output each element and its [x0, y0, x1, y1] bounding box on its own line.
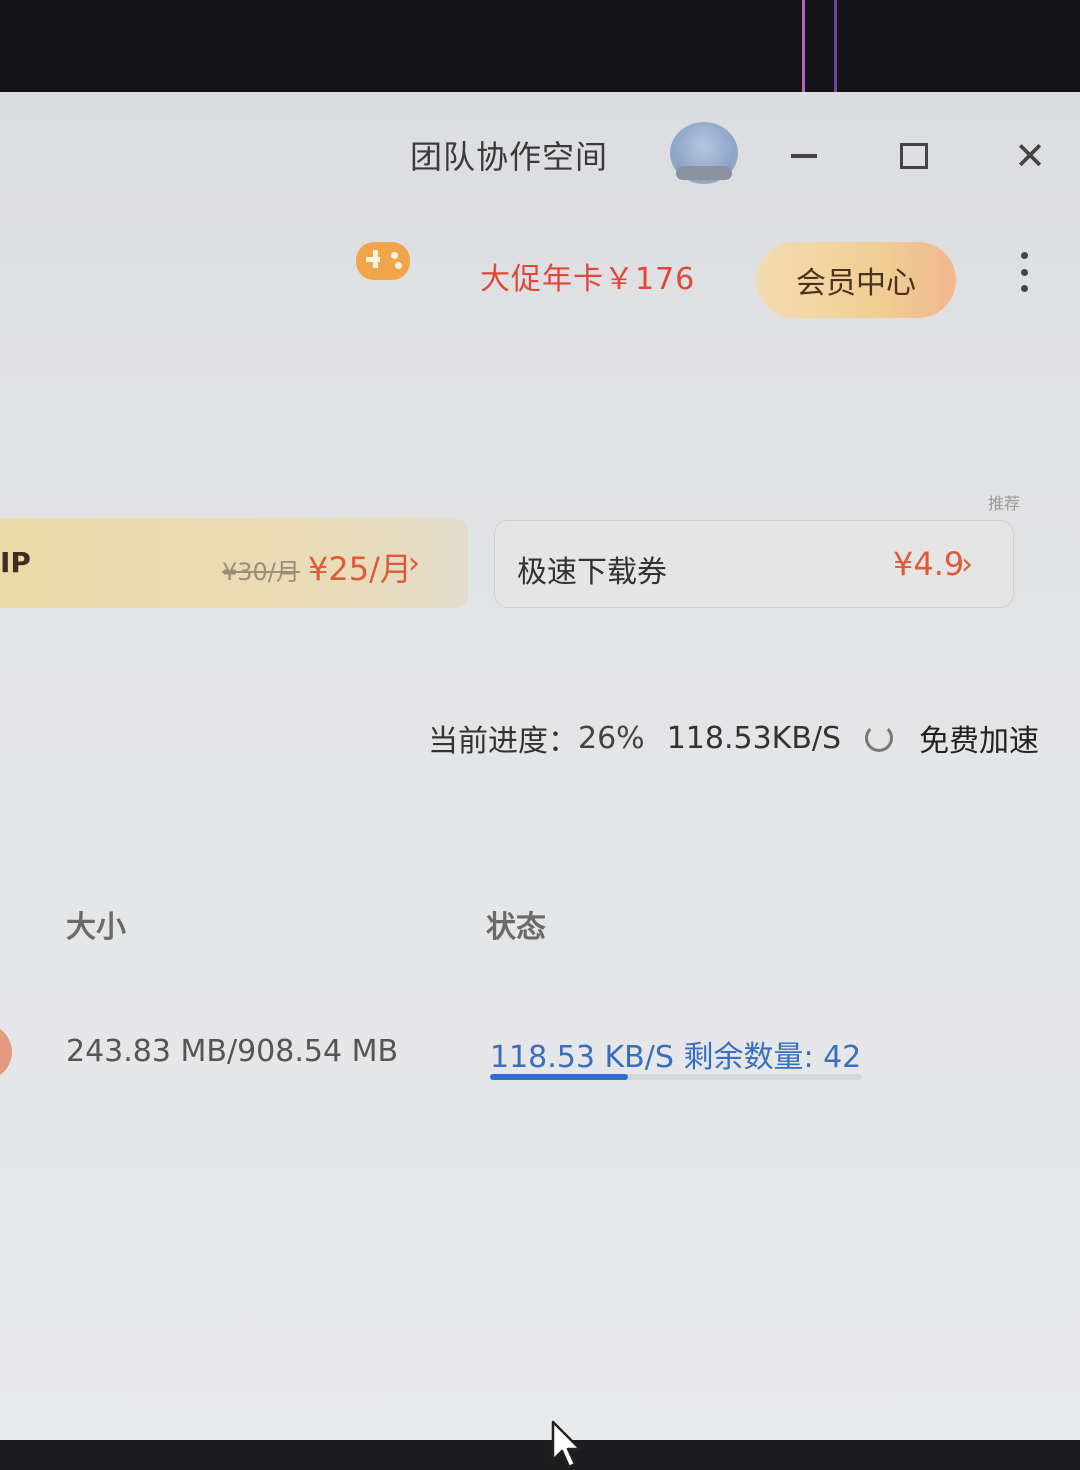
vip-new-price: ¥25/月 — [308, 550, 412, 588]
maximize-icon — [900, 143, 928, 169]
row-status: 118.53 KB/S 剩余数量: 42 — [490, 1040, 862, 1075]
chevron-right-icon: › — [961, 547, 973, 582]
minimize-button[interactable] — [784, 136, 824, 176]
loading-spinner-icon — [865, 724, 894, 752]
vip-old-price: ¥30/月 — [222, 558, 300, 586]
chevron-right-icon: › — [408, 546, 420, 581]
gamepad-icon[interactable] — [356, 242, 410, 280]
speed-coupon-card[interactable]: 极速下载券 ¥4.9 › — [494, 520, 1014, 608]
vip-offer-card[interactable]: IP ¥30/月 ¥25/月 › — [0, 518, 468, 608]
minimize-icon — [791, 154, 817, 158]
table-row[interactable]: 243.83 MB/908.54 MB 118.53 KB/S 剩余数量: 42 — [0, 1012, 1080, 1102]
desktop-decoration — [834, 0, 837, 95]
progress-label: 当前进度： — [428, 724, 578, 759]
free-boost-button[interactable]: 免费加速 — [919, 716, 1039, 760]
speed-coupon-label: 极速下载券 — [517, 555, 667, 590]
file-icon — [0, 1024, 12, 1080]
mouse-cursor-icon — [551, 1420, 582, 1469]
download-progress-fill — [490, 1074, 628, 1080]
speed-coupon-price: ¥4.9 — [893, 545, 965, 583]
row-size: 243.83 MB/908.54 MB — [66, 1034, 399, 1069]
maximize-button[interactable] — [894, 136, 934, 176]
vip-label: IP — [0, 546, 31, 579]
background-desktop — [0, 0, 1080, 95]
window-title: 团队协作空间 — [410, 138, 609, 176]
column-header-status[interactable]: 状态 — [486, 902, 546, 946]
recommend-tag: 推荐 — [988, 494, 1021, 513]
progress-summary: 当前进度： 26% 118.53KB/S 免费加速 — [428, 716, 1039, 760]
more-menu-icon[interactable] — [1014, 252, 1034, 292]
avatar-badge — [676, 166, 732, 180]
member-center-button[interactable]: 会员中心 — [756, 242, 956, 318]
close-icon: ✕ — [1014, 134, 1046, 178]
avatar[interactable] — [670, 122, 738, 184]
title-bar: 团队协作空间 ✕ — [0, 92, 1080, 212]
close-button[interactable]: ✕ — [1010, 136, 1050, 176]
column-header-size[interactable]: 大小 — [66, 902, 126, 946]
promo-link[interactable]: 大促年卡￥176 — [480, 254, 695, 298]
app-window: 团队协作空间 ✕ 大促年卡￥176 会员中心 推荐 IP ¥30/月 ¥25/月… — [0, 92, 1080, 1469]
desktop-decoration — [802, 0, 805, 95]
progress-percent: 26% — [578, 720, 645, 756]
download-progress-bar — [490, 1074, 862, 1080]
progress-speed: 118.53KB/S — [666, 720, 842, 756]
